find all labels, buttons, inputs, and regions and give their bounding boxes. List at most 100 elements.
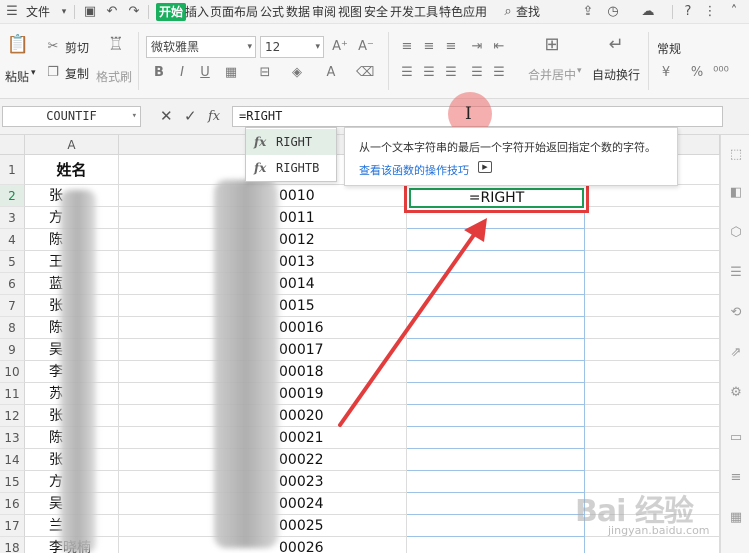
table-cell[interactable]	[585, 317, 720, 339]
justify-icon[interactable]: ☰	[468, 64, 486, 82]
more-icon[interactable]: ⋮	[702, 4, 718, 20]
row-header[interactable]: 13	[0, 427, 25, 449]
merge-style-icon[interactable]: ⊟	[256, 64, 274, 82]
table-cell[interactable]	[407, 405, 585, 427]
clear-format-icon[interactable]: ⌫	[356, 64, 374, 82]
outdent-icon[interactable]: ⇤	[490, 38, 508, 56]
fill-color-icon[interactable]: ◈	[288, 64, 306, 82]
table-cell[interactable]	[407, 295, 585, 317]
row-header[interactable]: 1	[0, 155, 25, 185]
row-header[interactable]: 14	[0, 449, 25, 471]
distribute-icon[interactable]: ☰	[490, 64, 508, 82]
confirm-icon[interactable]: ✓	[184, 107, 197, 126]
table-cell[interactable]	[585, 251, 720, 273]
format-painter-icon[interactable]: ♖	[104, 34, 128, 56]
align-top-icon[interactable]: ≡	[398, 38, 416, 56]
row-header[interactable]: 2	[0, 185, 25, 207]
tab-page-layout[interactable]: 页面布局	[210, 0, 258, 24]
play-icon[interactable]: ▶	[478, 161, 492, 173]
table-cell[interactable]	[585, 339, 720, 361]
underline-icon[interactable]: U	[196, 64, 214, 82]
panel-list-icon[interactable]: ≡	[728, 470, 744, 486]
border-icon[interactable]: ▦	[222, 64, 240, 82]
search-label[interactable]: 查找	[516, 0, 540, 24]
help-icon[interactable]: ?	[680, 4, 696, 20]
chevron-down-icon[interactable]: ▾	[577, 66, 582, 76]
font-name-select[interactable]: 微软雅黑 ▾	[146, 36, 256, 58]
tab-features[interactable]: 特色应用	[439, 0, 487, 24]
align-center-icon[interactable]: ☰	[420, 64, 438, 82]
row-header[interactable]: 16	[0, 493, 25, 515]
cancel-icon[interactable]: ✕	[160, 107, 173, 126]
font-size-select[interactable]: 12 ▾	[260, 36, 324, 58]
panel-backup-icon[interactable]: ⟲	[728, 305, 744, 321]
search-icon[interactable]: ⌕	[500, 4, 516, 20]
table-cell[interactable]	[585, 185, 720, 207]
row-header[interactable]: 7	[0, 295, 25, 317]
indent-icon[interactable]: ⇥	[468, 38, 486, 56]
row-header[interactable]: 10	[0, 361, 25, 383]
table-cell[interactable]	[407, 361, 585, 383]
row-header[interactable]: 18	[0, 537, 25, 553]
panel-settings-icon[interactable]: ⚙	[728, 385, 744, 401]
active-cell[interactable]: =RIGHT	[409, 188, 584, 208]
table-cell[interactable]	[585, 229, 720, 251]
panel-grid-icon[interactable]: ▦	[728, 510, 744, 526]
table-cell[interactable]	[585, 405, 720, 427]
tab-view[interactable]: 视图	[338, 0, 362, 24]
table-cell[interactable]	[585, 449, 720, 471]
table-cell[interactable]	[407, 273, 585, 295]
bold-icon[interactable]: B	[150, 64, 168, 82]
table-cell[interactable]	[407, 383, 585, 405]
save-icon[interactable]: ▣	[82, 4, 98, 20]
panel-share-icon[interactable]: ⇗	[728, 345, 744, 361]
redo-icon[interactable]: ↷	[126, 4, 142, 20]
wrap-text-button[interactable]: 自动换行	[592, 66, 640, 83]
row-header[interactable]: 11	[0, 383, 25, 405]
table-cell[interactable]	[407, 251, 585, 273]
font-shrink-icon[interactable]: A⁻	[357, 38, 375, 56]
row-header[interactable]: 4	[0, 229, 25, 251]
panel-shape-icon[interactable]: ⬡	[728, 225, 744, 241]
function-tips-link[interactable]: 查看该函数的操作技巧	[359, 162, 469, 178]
percent-icon[interactable]: %	[688, 64, 706, 82]
table-cell[interactable]	[585, 295, 720, 317]
row-header[interactable]: 3	[0, 207, 25, 229]
undo-icon[interactable]: ↶	[104, 4, 120, 20]
tab-data[interactable]: 数据	[286, 0, 310, 24]
table-cell[interactable]	[407, 449, 585, 471]
menu-hamburger-icon[interactable]: ☰	[4, 4, 20, 20]
table-cell[interactable]	[585, 361, 720, 383]
thousands-icon[interactable]: ⁰⁰⁰	[712, 64, 730, 82]
table-cell[interactable]	[407, 515, 585, 537]
row-header[interactable]: 9	[0, 339, 25, 361]
italic-icon[interactable]: I	[173, 64, 191, 82]
currency-icon[interactable]: ¥	[657, 64, 675, 82]
paste-button[interactable]: 粘贴	[5, 68, 29, 85]
table-cell[interactable]	[407, 229, 585, 251]
autocomplete-item-right[interactable]: fx RIGHT	[246, 129, 336, 155]
table-cell[interactable]	[585, 273, 720, 295]
column-header-a[interactable]: A	[25, 135, 119, 155]
align-bottom-icon[interactable]: ≡	[442, 38, 460, 56]
cloud-icon[interactable]: ☁	[640, 4, 656, 20]
row-header[interactable]: 17	[0, 515, 25, 537]
number-format-select[interactable]: 常规	[657, 40, 681, 57]
align-left-icon[interactable]: ☰	[398, 64, 416, 82]
table-cell[interactable]	[407, 493, 585, 515]
align-middle-icon[interactable]: ≡	[420, 38, 438, 56]
insert-function-icon[interactable]: fx	[208, 107, 220, 126]
table-cell[interactable]	[585, 537, 720, 553]
tab-developer[interactable]: 开发工具	[390, 0, 438, 24]
tab-home[interactable]: 开始	[156, 3, 187, 21]
table-cell[interactable]	[407, 427, 585, 449]
row-header[interactable]: 12	[0, 405, 25, 427]
history-icon[interactable]: ◷	[605, 4, 621, 20]
row-header[interactable]: 15	[0, 471, 25, 493]
cut-button[interactable]: 剪切	[65, 39, 89, 56]
font-color-icon[interactable]: A	[322, 64, 340, 82]
panel-box-icon[interactable]: ▭	[728, 430, 744, 446]
wrap-text-icon[interactable]: ↵	[604, 34, 628, 56]
table-cell[interactable]	[407, 317, 585, 339]
header-cell-name[interactable]: 姓名	[25, 155, 119, 185]
